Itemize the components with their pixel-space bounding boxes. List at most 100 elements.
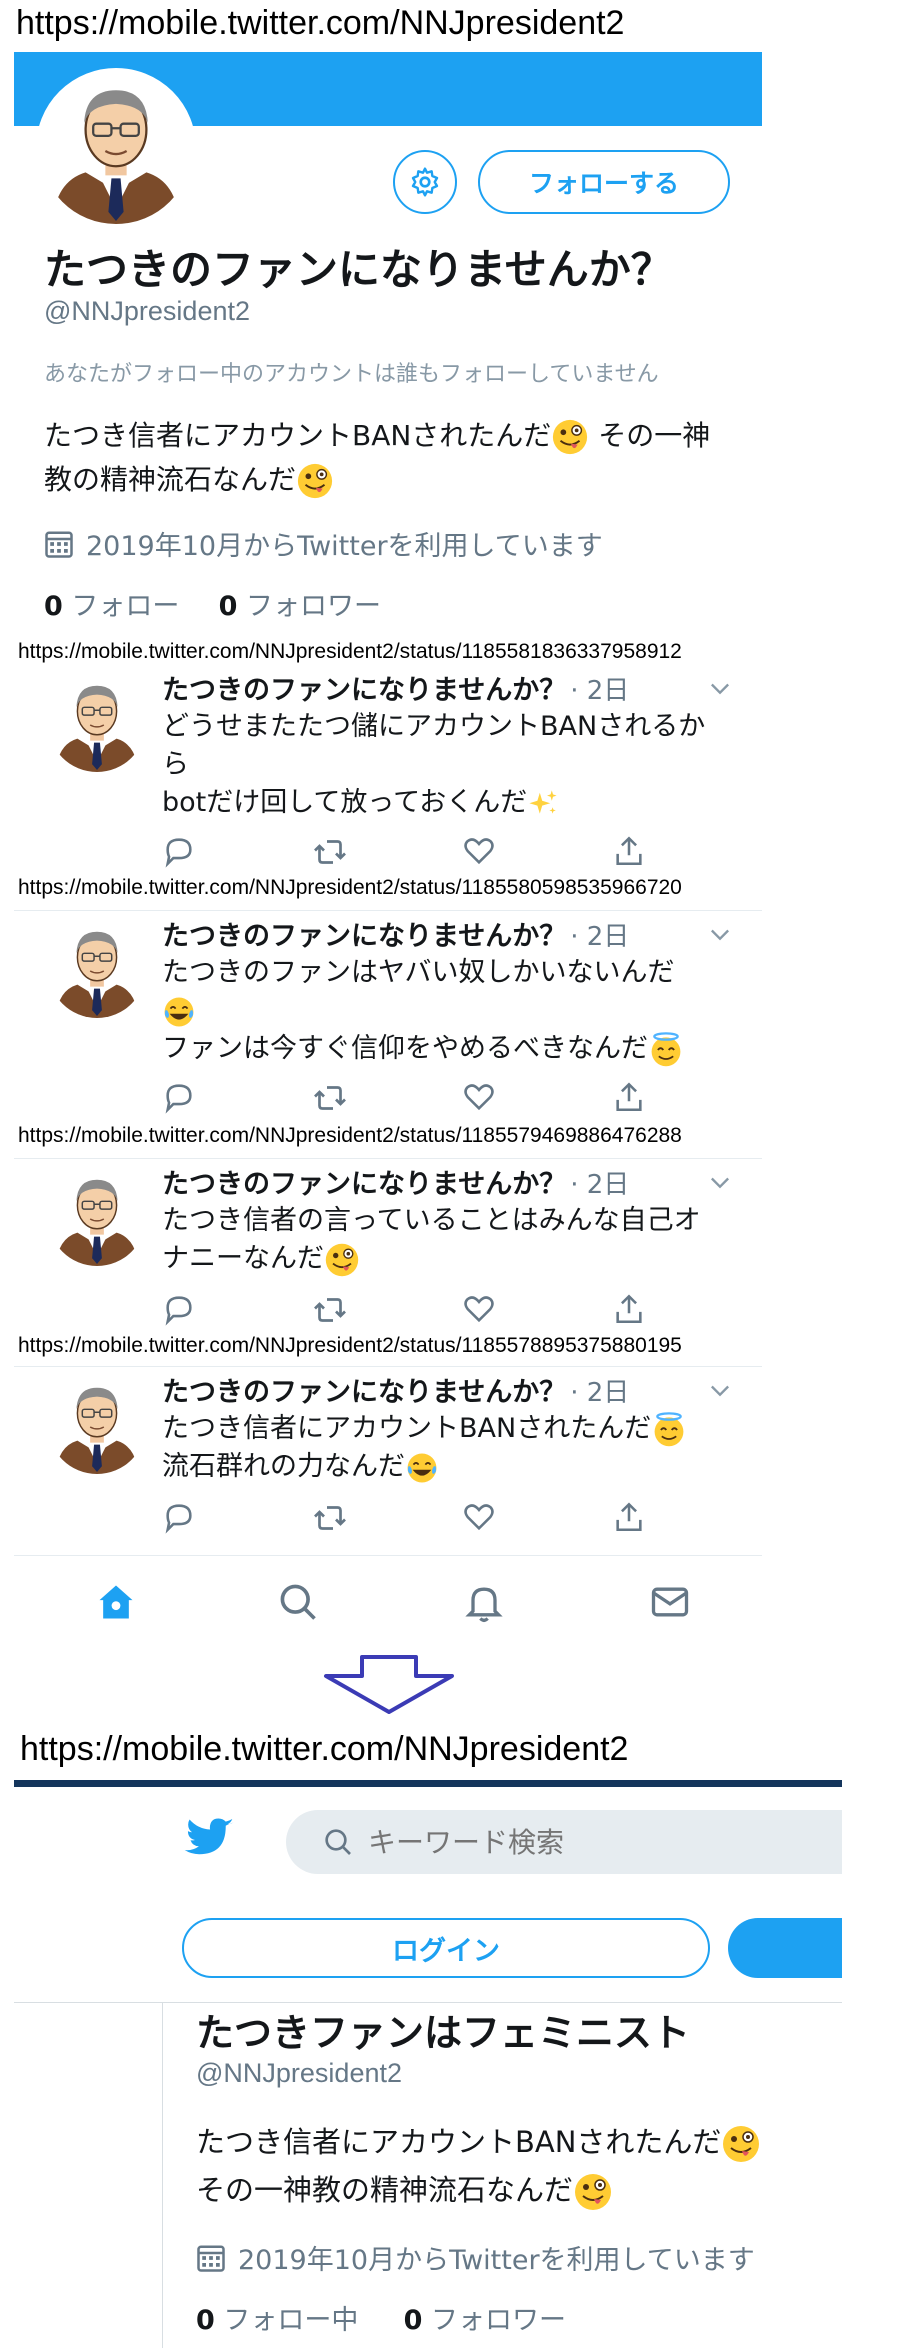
tweet-time: · 2日 [570, 1378, 630, 1408]
tweet-line: たつき信者の言っていることはみんな自己オ [162, 1205, 701, 1236]
tweet-header: たつきのファンになりませんか？ · 2日 [162, 668, 629, 707]
retweet-icon[interactable] [312, 834, 348, 874]
zany-face-icon [324, 1242, 360, 1278]
tweet-url: https://mobile.twitter.com/NNJpresident2… [18, 1334, 682, 1357]
tweet-actions [162, 834, 682, 872]
retweet-icon[interactable] [312, 1080, 348, 1120]
tweet-url: https://mobile.twitter.com/NNJpresident2… [18, 876, 682, 899]
chevron-down-icon[interactable] [706, 674, 734, 702]
reply-icon[interactable] [162, 1080, 196, 1118]
tweet-avatar[interactable] [48, 674, 146, 772]
zany-face-icon [573, 2172, 613, 2212]
tweet[interactable]: https://mobile.twitter.com/NNJpresident2… [14, 1334, 762, 1550]
reply-icon[interactable] [162, 834, 196, 872]
share-icon[interactable] [612, 1500, 646, 1538]
chevron-down-icon[interactable] [706, 920, 734, 948]
tweet-line: たつきのファンはヤバい奴しかいないんだ [162, 957, 675, 988]
share-icon[interactable] [612, 1080, 646, 1118]
nav-home[interactable] [92, 1578, 140, 1626]
like-icon[interactable] [462, 1292, 496, 1330]
tweet-line: ファンは今すぐ信仰をやめるべきなんだ [162, 1033, 648, 1064]
zany-face-icon [551, 418, 589, 456]
settings-button[interactable] [393, 150, 457, 214]
avatar[interactable] [36, 68, 196, 228]
chevron-down-icon[interactable] [706, 1168, 734, 1196]
chevron-down-icon[interactable] [706, 1376, 734, 1404]
tweet-author: たつきのファンになりませんか？ [162, 675, 567, 706]
bio-line1: たつき信者にアカウントBANされたんだ [44, 419, 552, 452]
divider [162, 2003, 163, 2348]
joined-text: 2019年10月からTwitterを利用しています [238, 2245, 755, 2276]
nav-search[interactable] [274, 1578, 322, 1626]
search-icon [325, 1829, 351, 1855]
zany-face-icon [296, 462, 334, 500]
tweet-divider [14, 910, 762, 911]
tweet[interactable]: https://mobile.twitter.com/NNJpresident2… [14, 1124, 762, 1342]
following-label: フォロー [62, 591, 180, 622]
tweet-author: たつきのファンになりませんか？ [162, 1169, 567, 1200]
bio-line2: その一神教の精神流石なんだ [196, 2173, 574, 2207]
calendar-icon [196, 2243, 226, 2273]
tweet-line: たつき信者にアカウントBANされたんだ [162, 1413, 652, 1444]
display-name-2: たつきファンはフェミニスト [196, 2011, 691, 2055]
login-button[interactable]: ログイン [182, 1918, 710, 1978]
handle: @NNJpresident2 [44, 296, 250, 326]
gear-icon [411, 167, 439, 197]
tweet-url: https://mobile.twitter.com/NNJpresident2… [18, 640, 682, 663]
tweet-actions [162, 1080, 682, 1118]
nav-messages[interactable] [646, 1578, 694, 1626]
follow-counts[interactable]: 0 フォロー 0 フォロワー [44, 584, 381, 623]
search-icon [280, 1584, 316, 1620]
tweet-line: ら [162, 749, 189, 780]
tweet[interactable]: https://mobile.twitter.com/NNJpresident2… [14, 876, 762, 1114]
tweet-header: たつきのファンになりませんか？ · 2日 [162, 914, 629, 953]
tweet-text: たつき信者にアカウントBANされたんだ 流石群れの力なんだ [162, 1410, 742, 1486]
bio-line1-tail: その一神 [589, 419, 711, 452]
share-icon[interactable] [612, 1292, 646, 1330]
reply-icon[interactable] [162, 1292, 196, 1330]
like-icon[interactable] [462, 834, 496, 872]
mutual-follow-note: あなたがフォロー中のアカウントは誰もフォローしていません [44, 362, 659, 387]
like-icon[interactable] [462, 1080, 496, 1118]
tweet-avatar[interactable] [48, 920, 146, 1018]
followers-count: 0 [403, 2305, 423, 2336]
top-bar [14, 1780, 842, 1787]
search-bar[interactable] [286, 1810, 842, 1874]
tweet-header: たつきのファンになりませんか？ · 2日 [162, 1370, 629, 1409]
tweet-line: ナニーなんだ [162, 1243, 324, 1274]
joined-text: 2019年10月からTwitterを利用しています [86, 531, 603, 562]
down-arrow-icon [324, 1655, 454, 1714]
tweet-line: 流石群れの力なんだ [162, 1451, 405, 1482]
profile-url-2: https://mobile.twitter.com/NNJpresident2 [20, 1730, 629, 1768]
tweet-author: たつきのファンになりませんか？ [162, 921, 567, 952]
tweet-text: たつきのファンはヤバい奴しかいないんだ ファンは今すぐ信仰をやめるべきなんだ [162, 954, 742, 1068]
handle-2: @NNJpresident2 [196, 2058, 402, 2088]
followers-label: フォロワー [237, 591, 381, 622]
tweet[interactable]: https://mobile.twitter.com/NNJpresident2… [14, 640, 762, 868]
retweet-icon[interactable] [312, 1500, 348, 1540]
sparkles-icon [527, 788, 559, 820]
twitter-bird-icon[interactable] [180, 1816, 236, 1864]
tears-of-joy-icon [162, 995, 196, 1029]
nav-notifications[interactable] [460, 1578, 508, 1626]
halo-face-icon [648, 1032, 684, 1068]
signup-button[interactable] [728, 1918, 842, 1978]
tweet-url: https://mobile.twitter.com/NNJpresident2… [18, 1124, 682, 1147]
bio-line1: たつき信者にアカウントBANされたんだ [196, 2125, 722, 2159]
tweet-avatar[interactable] [48, 1168, 146, 1266]
search-input[interactable] [366, 1824, 790, 1860]
follow-counts-2[interactable]: 0 フォロー中 0 フォロワー [196, 2298, 566, 2337]
tweet-author: たつきのファンになりませんか？ [162, 1377, 567, 1408]
tweet-divider [14, 1366, 762, 1367]
following-count: 0 [44, 591, 63, 622]
display-name: たつきのファンになりませんか？ [44, 245, 673, 294]
profile-bio: たつき信者にアカウントBANされたんだ その一神 教の精神流石なんだ [44, 414, 744, 502]
share-icon[interactable] [612, 834, 646, 872]
tweet-avatar[interactable] [48, 1376, 146, 1474]
like-icon[interactable] [462, 1500, 496, 1538]
follow-button[interactable]: フォローする [478, 150, 730, 214]
zany-face-icon [721, 2124, 761, 2164]
halo-face-icon [651, 1412, 687, 1448]
retweet-icon[interactable] [312, 1292, 348, 1332]
reply-icon[interactable] [162, 1500, 196, 1538]
